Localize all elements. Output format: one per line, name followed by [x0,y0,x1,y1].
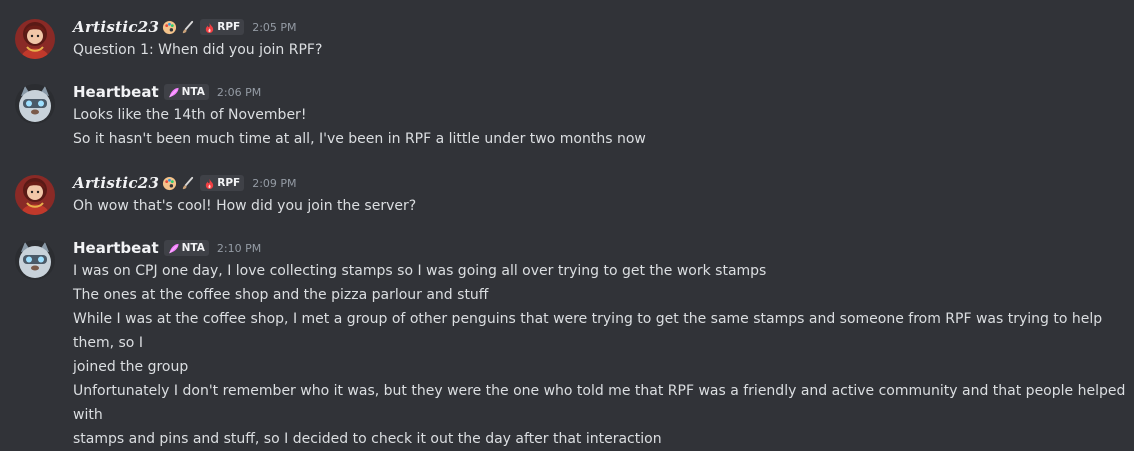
message-header: Heartbeat NTA 2:06 PM [73,81,1126,103]
role-tag[interactable]: NTA [163,84,209,100]
role-tag-label: NTA [181,242,205,254]
message-group: Artistic23 RPF 2:05 PM Question 1: When … [0,16,1134,64]
role-tag[interactable]: RPF [200,175,245,191]
timestamp[interactable]: 2:09 PM [252,177,296,190]
role-tag-label: NTA [181,86,205,98]
message-text: stamps and pins and stuff, so I decided … [73,431,662,447]
role-tag[interactable]: NTA [163,240,209,256]
avatar[interactable] [15,240,55,280]
role-tag-label: RPF [217,177,241,189]
message-group: Artistic23 RPF 2:09 PM Oh wow that's coo… [0,172,1134,220]
message-text: Question 1: When did you join RPF? [73,42,323,58]
message-text: The ones at the coffee shop and the pizz… [73,287,489,303]
feather-icon [168,243,180,254]
palette-icon [162,20,177,35]
message-header: Heartbeat NTA 2:10 PM [73,237,1126,259]
paintbrush-icon [180,20,195,35]
role-tag[interactable]: RPF [200,19,245,35]
feather-icon [168,87,180,98]
avatar[interactable] [15,84,55,124]
message-text: I was on CPJ one day, I love collecting … [73,263,767,279]
username[interactable]: Artistic23 [73,18,159,36]
timestamp[interactable]: 2:06 PM [217,86,261,99]
timestamp[interactable]: 2:10 PM [217,242,261,255]
message-group: Heartbeat NTA 2:06 PM Looks like the 14t… [0,81,1134,153]
message-text: Looks like the 14th of November! [73,107,307,123]
message-group: Heartbeat NTA 2:10 PM I was on CPJ one d… [0,237,1134,447]
message-text: So it hasn't been much time at all, I've… [73,131,646,147]
role-tag-label: RPF [217,21,241,33]
username[interactable]: Artistic23 [73,174,159,192]
avatar[interactable] [15,175,55,215]
message-text: Unfortunately I don't remember who it wa… [73,383,1126,423]
avatar[interactable] [15,19,55,59]
flame-icon [204,22,215,33]
timestamp[interactable]: 2:05 PM [252,21,296,34]
message-text: Oh wow that's cool! How did you join the… [73,198,417,214]
message-header: Artistic23 RPF 2:09 PM [73,172,1126,194]
flame-icon [204,178,215,189]
username[interactable]: Heartbeat [73,83,159,101]
message-text: While I was at the coffee shop, I met a … [73,311,1103,351]
message-header: Artistic23 RPF 2:05 PM [73,16,1126,38]
username[interactable]: Heartbeat [73,239,159,257]
paintbrush-icon [180,176,195,191]
message-text: joined the group [73,359,189,375]
palette-icon [162,176,177,191]
chat-message-list: Artistic23 RPF 2:05 PM Question 1: When … [0,0,1134,447]
